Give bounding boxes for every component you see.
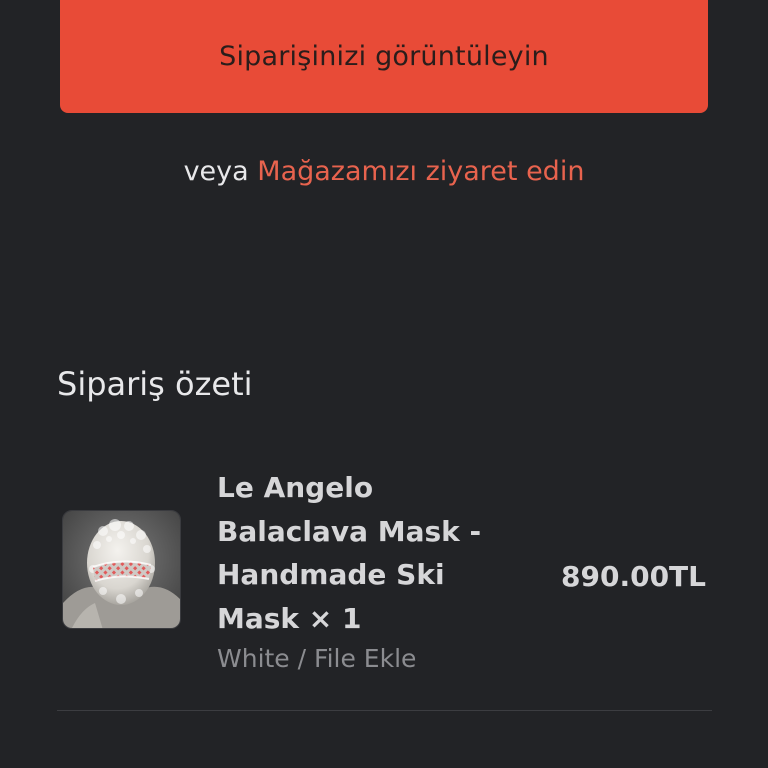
order-confirmation-page: Siparişinizi görüntüleyin veya Mağazamız… bbox=[0, 0, 768, 768]
alternative-action-row: veya Mağazamızı ziyaret edin bbox=[0, 152, 768, 192]
product-price: 890.00TL bbox=[561, 560, 706, 593]
divider bbox=[57, 710, 712, 711]
visit-store-link[interactable]: Mağazamızı ziyaret edin bbox=[257, 156, 584, 187]
product-image bbox=[62, 510, 181, 629]
product-variant: White / File Ekle bbox=[217, 644, 417, 673]
or-text: veya bbox=[183, 156, 249, 187]
balaclava-mask-image bbox=[63, 511, 180, 628]
view-order-button[interactable]: Siparişinizi görüntüleyin bbox=[60, 0, 708, 113]
view-order-button-label: Siparişinizi görüntüleyin bbox=[219, 41, 549, 72]
order-summary-title: Sipariş özeti bbox=[57, 365, 253, 403]
product-name: Le Angelo Balaclava Mask - Handmade Ski … bbox=[217, 471, 482, 635]
